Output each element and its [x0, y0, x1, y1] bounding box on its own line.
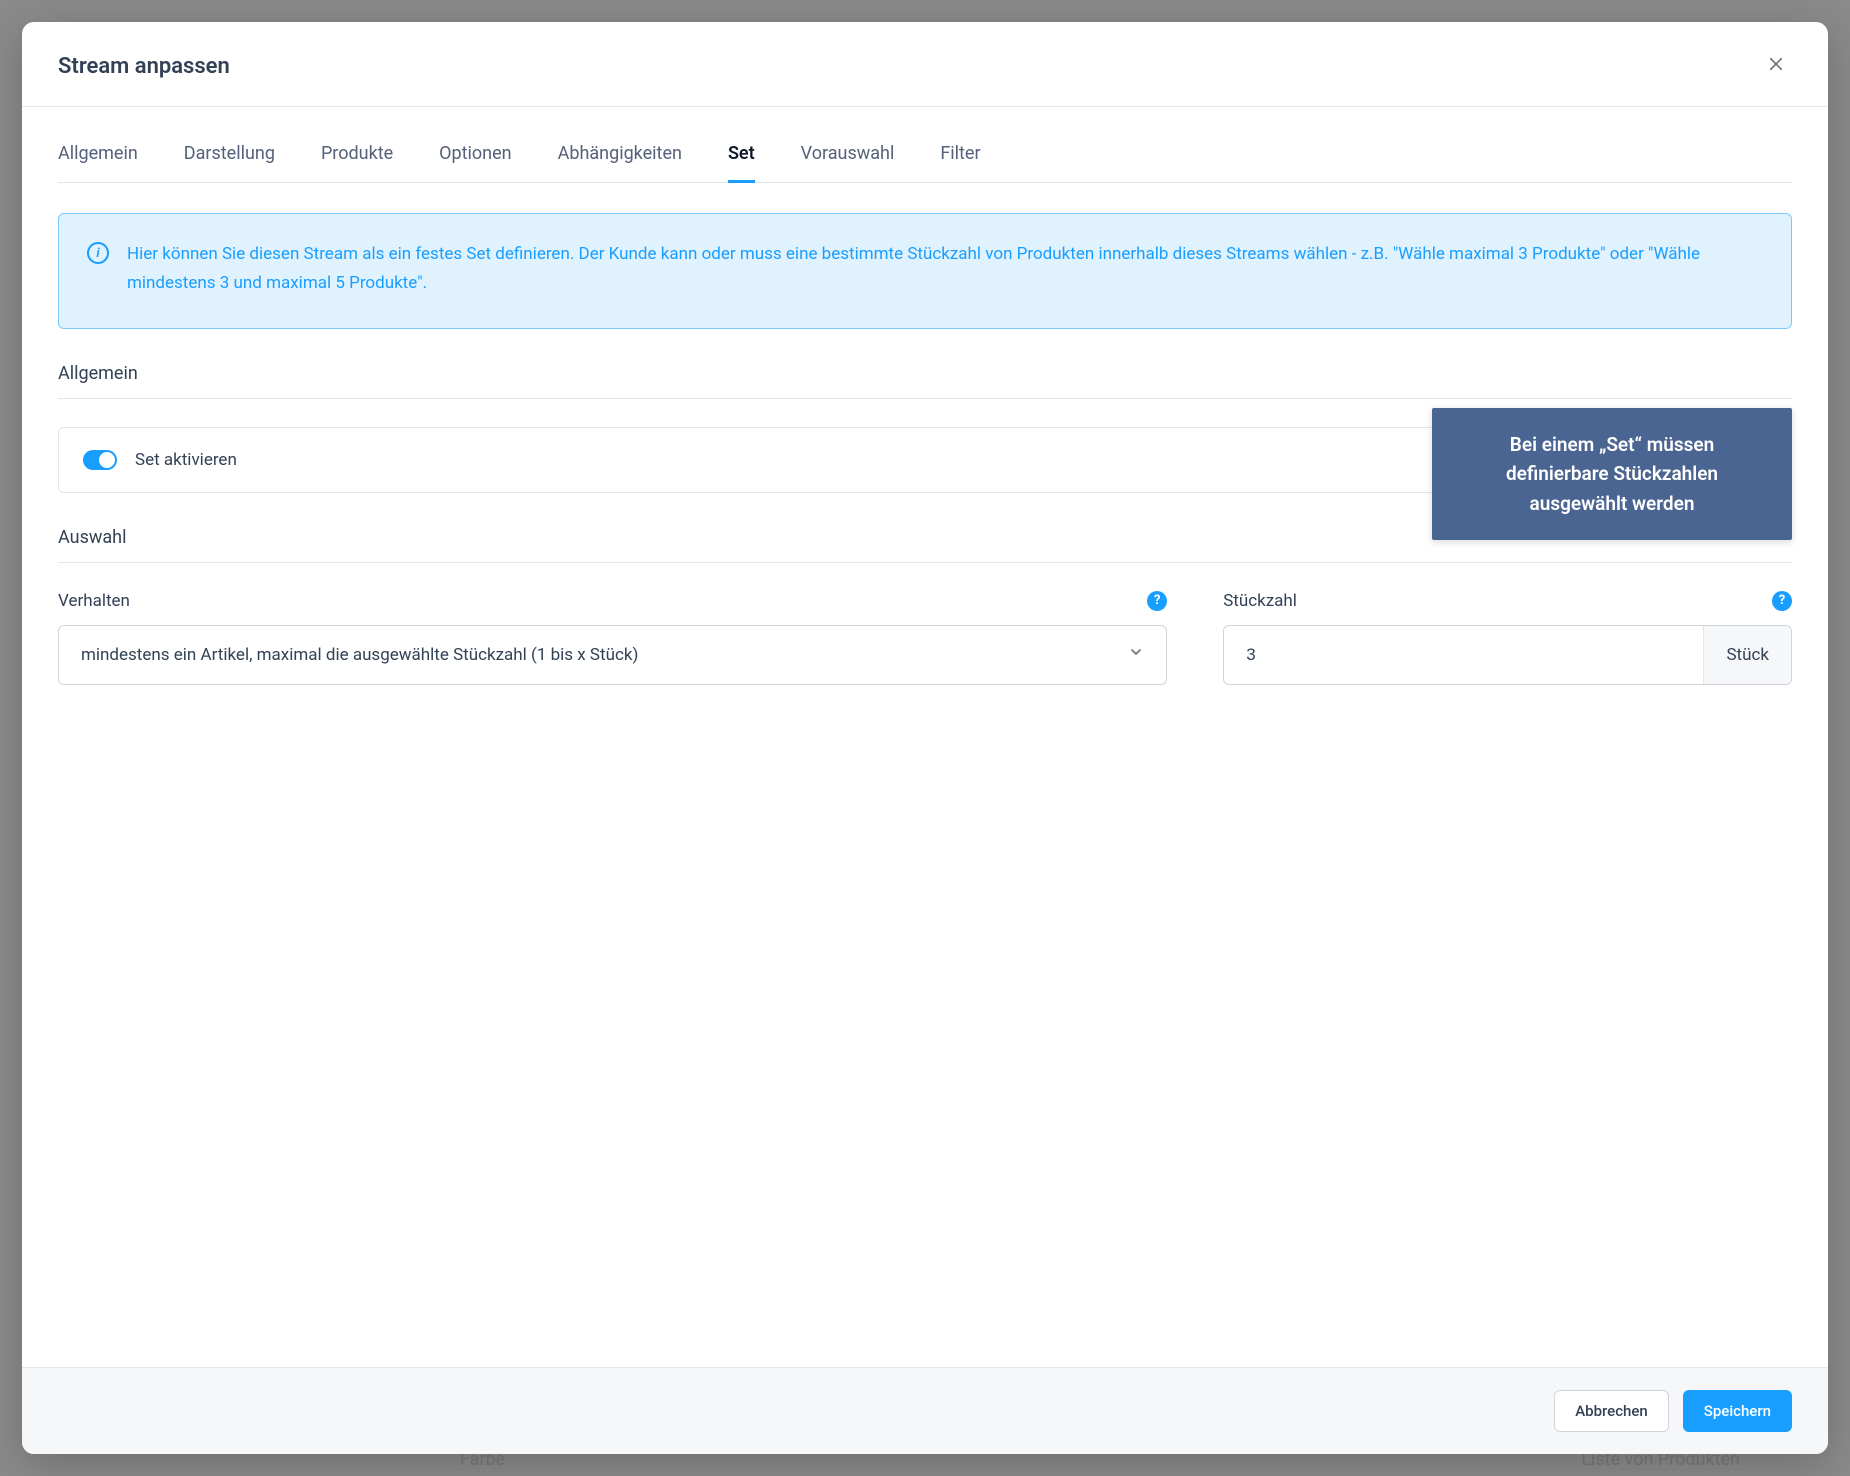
info-alert: i Hier können Sie diesen Stream als ein … — [58, 213, 1792, 329]
info-text: Hier können Sie diesen Stream als ein fe… — [127, 240, 1763, 298]
stueckzahl-input[interactable] — [1224, 626, 1703, 684]
select-value: mindestens ein Artikel, maximal die ausg… — [81, 645, 638, 665]
form-row: Verhalten ? mindestens ein Artikel, maxi… — [58, 591, 1792, 685]
modal-body: Allgemein Darstellung Produkte Optionen … — [22, 107, 1828, 1367]
tab-filter[interactable]: Filter — [940, 125, 980, 182]
tab-darstellung[interactable]: Darstellung — [184, 125, 275, 182]
tab-set[interactable]: Set — [728, 125, 755, 182]
field-label-verhalten: Verhalten — [58, 591, 130, 611]
tab-vorauswahl[interactable]: Vorauswahl — [801, 125, 895, 182]
field-verhalten: Verhalten ? mindestens ein Artikel, maxi… — [58, 591, 1167, 685]
help-icon[interactable]: ? — [1772, 591, 1792, 611]
field-stueckzahl: Stückzahl ? Stück — [1223, 591, 1792, 685]
stueckzahl-input-group: Stück — [1223, 625, 1792, 685]
tab-optionen[interactable]: Optionen — [439, 125, 511, 182]
tab-produkte[interactable]: Produkte — [321, 125, 393, 182]
help-icon[interactable]: ? — [1147, 591, 1167, 611]
field-label-stueckzahl: Stückzahl — [1223, 591, 1297, 611]
modal-header: Stream anpassen — [22, 22, 1828, 107]
tab-list: Allgemein Darstellung Produkte Optionen … — [58, 125, 1792, 183]
tab-abhaengigkeiten[interactable]: Abhängigkeiten — [558, 125, 682, 182]
info-icon: i — [87, 242, 109, 264]
field-head: Verhalten ? — [58, 591, 1167, 611]
modal-title: Stream anpassen — [58, 54, 230, 79]
close-icon — [1767, 55, 1785, 77]
modal-stream-anpassen: Stream anpassen Allgemein Darstellung Pr… — [22, 22, 1828, 1454]
input-suffix: Stück — [1703, 626, 1791, 684]
field-head: Stückzahl ? — [1223, 591, 1792, 611]
annotation-callout: Bei einem „Set“ müssen definierbare Stüc… — [1432, 408, 1792, 540]
toggle-label: Set aktivieren — [135, 450, 237, 470]
chevron-down-icon — [1128, 644, 1144, 665]
section-title-allgemein: Allgemein — [58, 363, 1792, 399]
close-button[interactable] — [1760, 50, 1792, 82]
tab-allgemein[interactable]: Allgemein — [58, 125, 138, 182]
save-button[interactable]: Speichern — [1683, 1390, 1792, 1432]
cancel-button[interactable]: Abbrechen — [1554, 1390, 1669, 1432]
modal-footer: Abbrechen Speichern — [22, 1367, 1828, 1454]
verhalten-select[interactable]: mindestens ein Artikel, maximal die ausg… — [58, 625, 1167, 685]
set-aktivieren-toggle[interactable] — [83, 450, 117, 470]
